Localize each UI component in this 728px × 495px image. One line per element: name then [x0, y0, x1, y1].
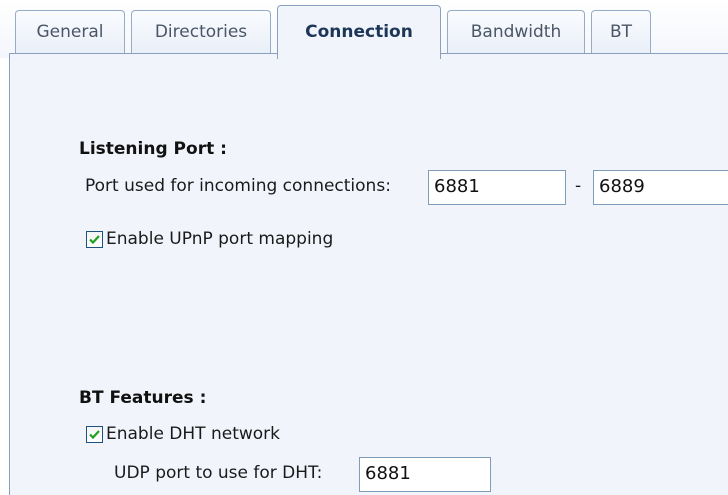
upnp-checkbox[interactable]: [86, 230, 103, 248]
port-to-input[interactable]: 6889: [593, 170, 728, 205]
port-range-separator: -: [575, 176, 582, 196]
active-tab-joint: [278, 53, 440, 55]
tab-bar: General Directories Connection Bandwidth…: [0, 0, 728, 59]
tab-bt[interactable]: BT: [591, 10, 651, 53]
checkmark-icon: [89, 234, 100, 244]
tab-bandwidth-label: Bandwidth: [470, 22, 562, 42]
tab-directories-label: Directories: [154, 22, 248, 42]
dht-checkbox[interactable]: [86, 425, 103, 443]
dht-checkbox-row[interactable]: Enable DHT network: [86, 424, 280, 444]
udp-port-label: UDP port to use for DHT:: [114, 463, 323, 483]
port-from-input[interactable]: 6881: [428, 170, 566, 205]
tab-directories[interactable]: Directories: [131, 10, 271, 53]
tab-connection[interactable]: Connection: [277, 5, 441, 59]
dht-label: Enable DHT network: [106, 424, 281, 444]
bt-features-heading: BT Features :: [79, 388, 207, 408]
upnp-checkbox-row[interactable]: Enable UPnP port mapping: [86, 229, 333, 249]
checkmark-icon: [89, 429, 100, 439]
tab-bandwidth[interactable]: Bandwidth: [447, 10, 585, 53]
listening-port-heading: Listening Port :: [79, 139, 227, 159]
tab-bt-label: BT: [609, 22, 633, 42]
tab-general[interactable]: General: [15, 10, 125, 53]
udp-port-input[interactable]: 6881: [359, 457, 491, 492]
tab-connection-label: Connection: [305, 21, 413, 42]
upnp-label: Enable UPnP port mapping: [106, 229, 334, 249]
tab-general-label: General: [36, 22, 104, 42]
port-range-label: Port used for incoming connections:: [85, 176, 391, 196]
